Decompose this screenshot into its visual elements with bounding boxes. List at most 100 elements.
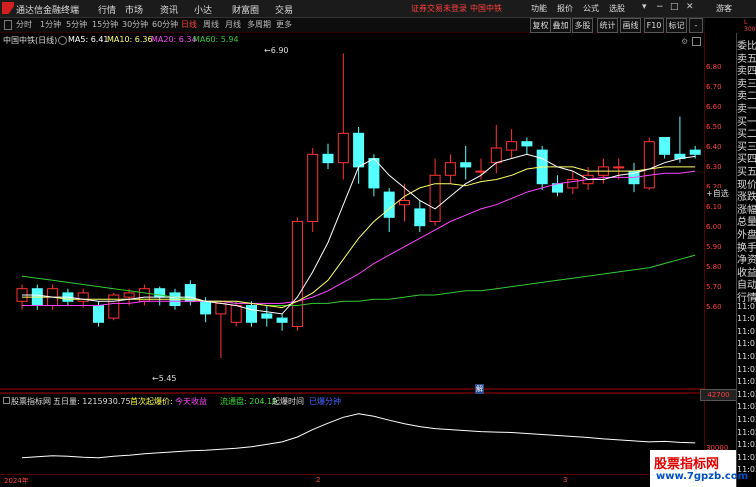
login-alert[interactable]: 证券交易未登录 <box>411 3 467 14</box>
x-axis-year: 2024年 <box>4 477 29 485</box>
indicator-collapse-icon[interactable] <box>3 397 10 404</box>
adjust-button[interactable]: 复权 <box>530 18 551 33</box>
candle-body[interactable] <box>521 141 533 147</box>
candle-body[interactable] <box>322 153 334 164</box>
period-more[interactable]: 更多 <box>276 19 292 30</box>
unlock-marker[interactable]: 解 <box>475 384 484 394</box>
period-checkbox[interactable] <box>4 20 12 30</box>
price-tick: 6.50 <box>706 123 722 131</box>
period-multi[interactable]: 多周期 <box>247 19 271 30</box>
maximize-icon[interactable]: □ <box>670 2 679 12</box>
price-tick: 5.90 <box>706 243 722 251</box>
menu-wealth[interactable]: 财富圈 <box>232 3 259 16</box>
candle-body[interactable] <box>93 305 104 323</box>
watermark: 股票指标网 www.7gpzb.com <box>650 450 748 487</box>
x-axis-feb: 2 <box>316 476 321 484</box>
candle-body[interactable] <box>429 174 441 223</box>
period-5min[interactable]: 5分钟 <box>66 19 87 30</box>
kline-chart[interactable] <box>0 33 705 475</box>
candle-body[interactable] <box>399 200 410 206</box>
price-tick: 6.00 <box>706 223 722 231</box>
candle-body[interactable] <box>613 166 625 169</box>
low-value: 5.45 <box>158 374 177 383</box>
quote-panel-item[interactable]: 11:02 <box>737 377 756 386</box>
candle-body[interactable] <box>414 208 426 227</box>
quote-panel-item[interactable]: 11:01 <box>737 314 756 323</box>
candle-body[interactable] <box>383 191 395 218</box>
candle-body[interactable] <box>460 162 472 168</box>
menu-function[interactable]: 功能 <box>531 3 547 14</box>
quote-panel-item[interactable]: 11:02 <box>737 415 756 424</box>
quote-panel-item[interactable]: 11:02 <box>737 365 756 374</box>
period-30min[interactable]: 30分钟 <box>122 19 148 30</box>
menu-quote[interactable]: 报价 <box>557 3 573 14</box>
period-weekly[interactable]: 周线 <box>203 19 219 30</box>
quote-panel: 委比 卖五 卖四 卖三 卖二 卖一 买一 买二 买三 买四 买五 现价 涨跌 涨幅 总量 外盘 换手 净资 收益 自动… <box>736 33 756 487</box>
period-60min[interactable]: 60分钟 <box>152 19 178 30</box>
period-daily[interactable]: 日线 <box>181 19 197 30</box>
menu-quotes[interactable]: 行情 <box>98 3 116 16</box>
quote-panel-item[interactable]: 11:01 <box>737 302 756 311</box>
candle-body[interactable] <box>659 137 671 155</box>
indicator-line <box>21 413 696 459</box>
x-axis-mar: 3 <box>563 476 568 484</box>
candle-body[interactable] <box>276 317 288 323</box>
candle-body[interactable] <box>307 153 319 222</box>
candle-body[interactable] <box>108 294 120 319</box>
period-intraday[interactable]: 分时 <box>16 19 32 30</box>
menu-xiaoda[interactable]: 小达 <box>194 3 212 16</box>
candle-body[interactable] <box>337 132 349 164</box>
candle-body[interactable] <box>643 141 655 189</box>
candle-body[interactable] <box>123 292 135 298</box>
menu-news[interactable]: 资讯 <box>160 3 178 16</box>
menu-screener[interactable]: 选股 <box>609 3 625 14</box>
multi-stock-button[interactable]: 多股 <box>572 18 593 33</box>
period-monthly[interactable]: 月线 <box>225 19 241 30</box>
current-stock: 中国中铁 <box>470 4 502 13</box>
candle-body[interactable] <box>444 162 456 176</box>
candle-body[interactable] <box>200 300 212 315</box>
quote-panel-item[interactable]: 11:01 <box>737 327 756 336</box>
candle-body[interactable] <box>689 149 701 155</box>
quote-panel-item[interactable]: 11:01 <box>737 339 756 348</box>
period-15min[interactable]: 15分钟 <box>92 19 118 30</box>
price-tick: 6.40 <box>706 143 722 151</box>
quote-panel-item[interactable]: 11:02 <box>737 440 756 449</box>
quote-panel-item[interactable]: 11:02 <box>737 390 756 399</box>
price-tick: 6.80 <box>706 63 722 71</box>
collapse-button[interactable]: - <box>689 18 703 33</box>
period-1min[interactable]: 1分钟 <box>40 19 61 30</box>
stats-button[interactable]: 统计 <box>597 18 618 33</box>
price-tick: 6.70 <box>706 83 722 91</box>
price-tick: 6.60 <box>706 103 722 111</box>
draw-button[interactable]: 画线 <box>620 18 641 33</box>
candle-body[interactable] <box>246 305 257 323</box>
candle-body[interactable] <box>215 302 227 315</box>
close-icon[interactable]: ✕ <box>686 2 694 12</box>
candle-body[interactable] <box>353 132 365 168</box>
menu-guest[interactable]: 游客 <box>716 3 732 14</box>
candle-body[interactable] <box>261 313 273 319</box>
quote-panel-item[interactable]: 11:02 <box>737 453 756 462</box>
mark-button[interactable]: 标记 <box>666 18 687 33</box>
panel-flag: L 300 <box>744 19 756 33</box>
menu-trade[interactable]: 交易 <box>275 3 293 16</box>
restore-icon[interactable]: − <box>656 2 664 12</box>
price-tick: 6.30 <box>706 163 722 171</box>
quote-panel-item[interactable]: 11:02 <box>737 428 756 437</box>
candle-body[interactable] <box>506 141 518 151</box>
quote-panel-item[interactable]: 11:02 <box>737 352 756 361</box>
menu-market[interactable]: 市场 <box>125 3 143 16</box>
f10-button[interactable]: F10 <box>644 18 664 33</box>
watermark-title: 股票指标网 <box>654 457 720 472</box>
candle-body[interactable] <box>230 305 242 323</box>
indicator-group <box>21 413 696 459</box>
overlay-button[interactable]: 叠加 <box>550 18 571 33</box>
add-watchlist-button[interactable]: +自选 <box>706 188 729 199</box>
candle-body[interactable] <box>490 147 502 164</box>
price-tick: 5.80 <box>706 263 722 271</box>
candle-body[interactable] <box>291 221 303 327</box>
menu-formula[interactable]: 公式 <box>583 3 599 14</box>
quote-panel-item[interactable]: 11:02 <box>737 402 756 411</box>
minimize-icon[interactable]: ▾ <box>642 2 647 12</box>
